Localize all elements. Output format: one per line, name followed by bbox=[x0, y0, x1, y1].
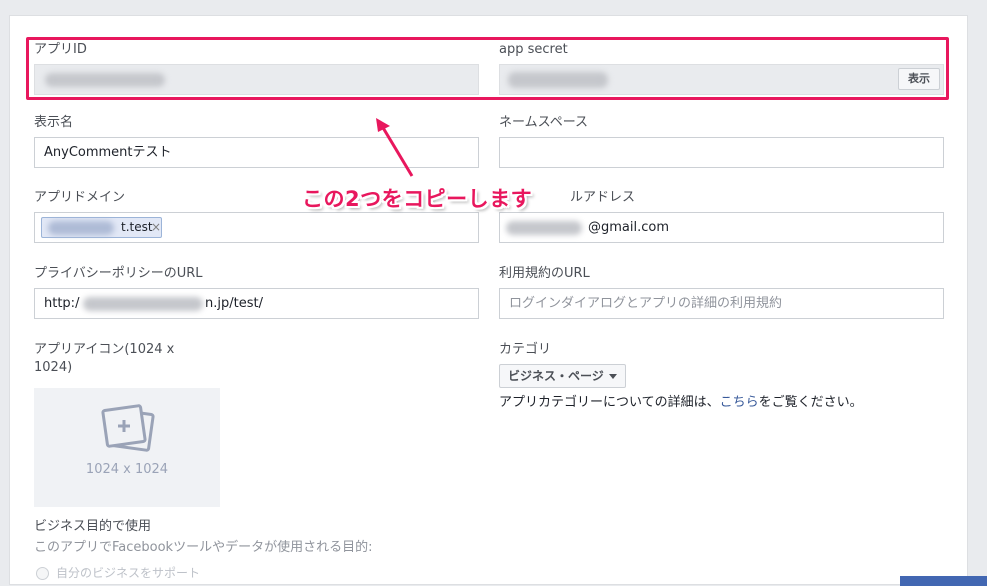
privacy-url-suffix: n.jp/test/ bbox=[205, 296, 263, 311]
token-remove-icon[interactable]: × bbox=[151, 218, 161, 237]
annotation-arrow bbox=[376, 118, 414, 177]
category-help: アプリカテゴリーについての詳細は、こちらをご覧ください。 bbox=[499, 395, 863, 411]
app-icon-size: 1024 x 1024 bbox=[85, 462, 169, 477]
save-button[interactable] bbox=[900, 576, 987, 586]
terms-url-label: 利用規約のURL bbox=[499, 266, 590, 281]
domain-token-text: t.test bbox=[121, 220, 153, 234]
redacted-email bbox=[506, 221, 582, 235]
business-use-option: 自分のビジネスをサポート bbox=[56, 566, 201, 580]
app-domains-input[interactable]: t.test × bbox=[34, 212, 479, 243]
display-name-label: 表示名 bbox=[34, 115, 74, 130]
annotation-callout: この2つをコピーします bbox=[302, 187, 533, 211]
annotation-highlight-box bbox=[26, 37, 949, 100]
business-use-radio[interactable] bbox=[36, 567, 49, 580]
image-placeholder-icon bbox=[101, 404, 155, 452]
category-label: カテゴリ bbox=[499, 342, 552, 357]
terms-url-input[interactable]: ログインダイアログとアプリの詳細の利用規約 bbox=[499, 288, 944, 319]
namespace-input[interactable] bbox=[499, 137, 944, 168]
app-icon-label-line1: アプリアイコン(1024 x bbox=[34, 342, 175, 357]
redacted-privacy-url bbox=[83, 297, 203, 311]
caret-down-icon bbox=[609, 374, 617, 379]
category-dropdown[interactable]: ビジネス・ページ bbox=[499, 364, 626, 388]
contact-email-input[interactable]: @gmail.com bbox=[499, 212, 944, 243]
privacy-url-label: プライバシーポリシーのURL bbox=[34, 266, 203, 281]
contact-email-label: ルアドレス bbox=[570, 190, 636, 205]
domain-token: t.test × bbox=[41, 217, 162, 238]
business-use-label: ビジネス目的で使用 bbox=[34, 519, 152, 534]
category-help-after: をご覧ください。 bbox=[758, 395, 863, 410]
redacted-domain bbox=[48, 221, 114, 235]
namespace-label: ネームスペース bbox=[499, 115, 589, 130]
category-help-link[interactable]: こちら bbox=[720, 395, 759, 410]
terms-url-placeholder: ログインダイアログとアプリの詳細の利用規約 bbox=[509, 296, 783, 311]
business-use-sublabel: このアプリでFacebookツールやデータが使用される目的: bbox=[34, 540, 373, 555]
app-icon-label-line2: 1024) bbox=[34, 360, 73, 375]
app-icon-upload[interactable]: 1024 x 1024 bbox=[34, 388, 220, 507]
category-selected: ビジネス・ページ bbox=[508, 369, 604, 383]
category-help-before: アプリカテゴリーについての詳細は、 bbox=[499, 395, 720, 410]
app-domains-label: アプリドメイン bbox=[34, 190, 126, 205]
privacy-url-prefix: http:/ bbox=[44, 296, 80, 311]
privacy-url-input[interactable]: http:/ n.jp/test/ bbox=[34, 288, 479, 319]
contact-email-domain: @gmail.com bbox=[588, 220, 670, 235]
